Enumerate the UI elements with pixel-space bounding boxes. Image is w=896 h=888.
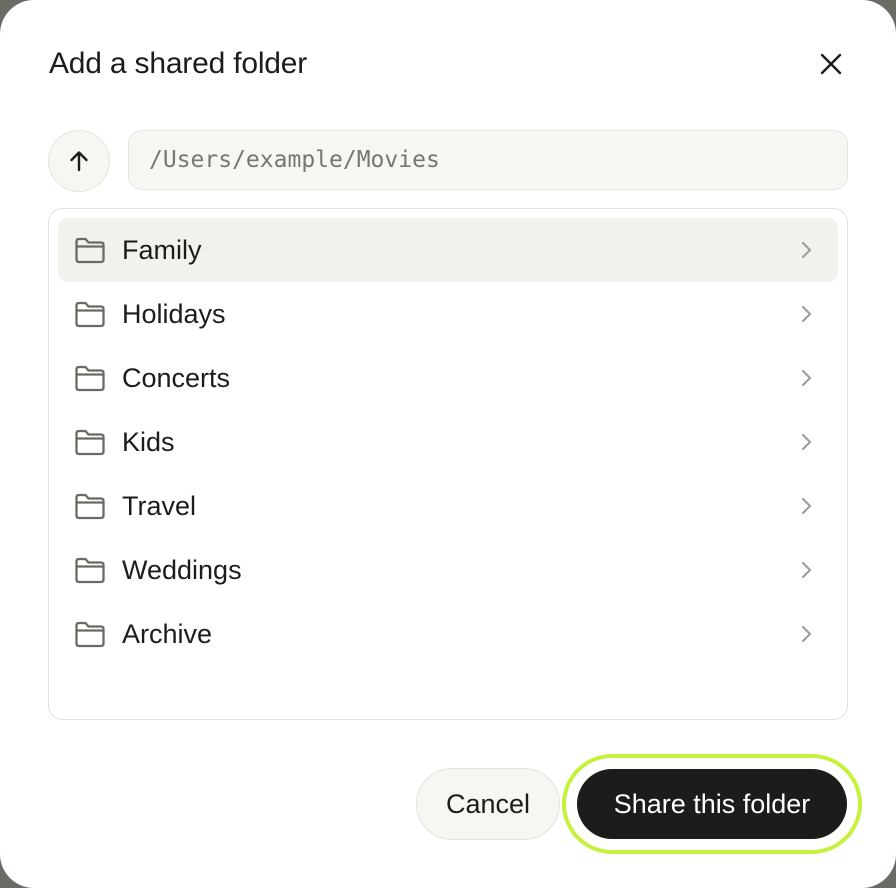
chevron-right-icon [802,434,811,450]
chevron-right-icon [802,498,811,514]
chevron-right-icon [802,242,811,258]
folder-icon [75,557,105,584]
share-folder-button[interactable]: Share this folder [577,769,847,839]
folder-icon [75,301,105,328]
folder-label: Holidays [122,299,226,329]
path-input[interactable] [128,130,848,190]
folder-label: Concerts [122,363,231,393]
parent-folder-button[interactable] [48,130,110,192]
folder-row-archive[interactable]: Archive [58,602,838,666]
folder-icon [75,365,105,392]
folder-label: Kids [122,427,175,457]
folder-row-travel[interactable]: Travel [58,474,838,538]
folder-icon [75,237,105,264]
folder-row-weddings[interactable]: Weddings [58,538,838,602]
chevron-right-icon [802,562,811,578]
cancel-button[interactable]: Cancel [416,768,560,840]
folder-label: Archive [122,619,213,649]
arrow-up-icon [70,151,88,172]
folder-row-concerts[interactable]: Concerts [58,346,838,410]
close-icon [820,53,842,75]
folder-row-family[interactable]: Family [58,218,838,282]
folder-icon [75,493,105,520]
folder-list: Family Holidays Concerts Kids Travel Wed… [48,208,848,720]
chevron-right-icon [802,370,811,386]
close-button[interactable] [808,41,854,87]
folder-label: Travel [122,491,197,521]
shared-folder-dialog: Add a shared folder Family Ho [0,0,896,888]
folder-icon [75,429,105,456]
dialog-title: Add a shared folder [49,47,308,80]
folder-row-holidays[interactable]: Holidays [58,282,838,346]
folder-icon [75,621,105,648]
chevron-right-icon [802,306,811,322]
folder-row-kids[interactable]: Kids [58,410,838,474]
folder-label: Weddings [122,555,242,585]
folder-label: Family [122,235,202,265]
chevron-right-icon [802,626,811,642]
share-button-focus-ring: Share this folder [562,754,862,854]
